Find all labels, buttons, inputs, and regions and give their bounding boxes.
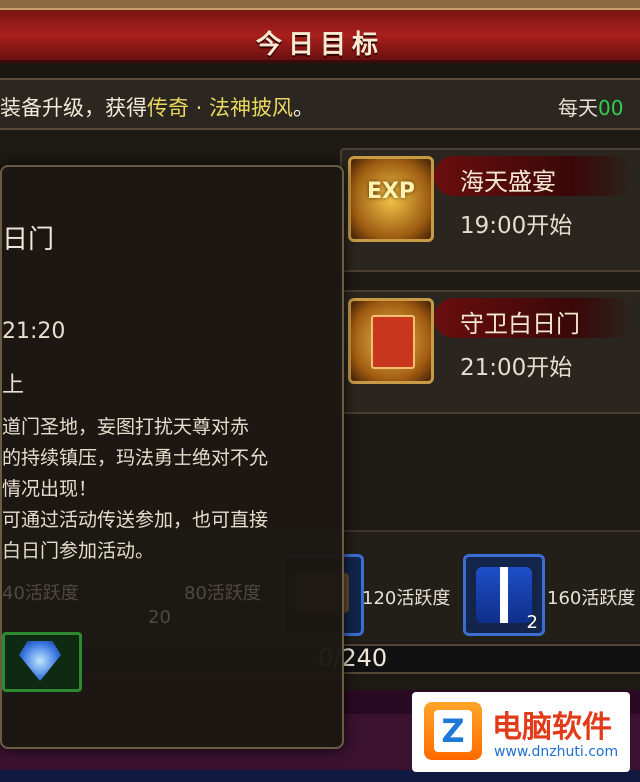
faded-label: 40活跃度 xyxy=(2,583,79,604)
reward-label-160: 160活跃度 xyxy=(547,588,636,609)
gift-count: 2 xyxy=(526,612,538,633)
page-title: 今日目标 xyxy=(255,30,384,60)
notice-suffix: 。 xyxy=(293,96,315,120)
diamond-icon xyxy=(19,641,61,681)
event-name: 守卫白日门 xyxy=(460,310,580,338)
tooltip-time: 21:20 xyxy=(2,319,66,344)
event-time: 21:00开始 xyxy=(460,355,573,381)
notice-highlight: 传奇 · 法神披风 xyxy=(147,96,294,120)
exp-scroll-icon: EXP xyxy=(348,156,434,242)
description-line: 情况出现！ xyxy=(2,478,98,500)
daily-counter: 每天00 xyxy=(558,92,623,121)
event-time: 19:00开始 xyxy=(460,213,573,239)
reward-gift-160[interactable]: 2 xyxy=(463,554,545,636)
watermark-logo: Z 电脑软件 www.dnzhuti.com xyxy=(412,692,630,772)
gift-box-icon xyxy=(476,567,532,623)
goal-notice-bar: 装备升级，获得传奇 · 法神披风。 每天00 xyxy=(0,78,640,130)
logo-name: 电脑软件 xyxy=(492,710,612,745)
reward-label-120: 120活跃度 xyxy=(362,588,451,609)
diamond-reward-slot[interactable] xyxy=(2,632,82,692)
daily-label: 每天 xyxy=(558,96,598,120)
faded-label: 80活跃度 xyxy=(184,583,261,604)
event-card-haitian[interactable]: EXP 海天盛宴 19:00开始 xyxy=(340,148,640,272)
tooltip-description: 道门圣地，妄图打扰天尊对赤 的持续镇压，玛法勇士绝对不允 情况出现！ 可通过活动… xyxy=(2,412,322,567)
event-name: 海天盛宴 xyxy=(460,168,556,196)
faded-rewards-behind: 40活跃度 80活跃度 20 xyxy=(2,567,332,637)
red-book-icon xyxy=(348,298,434,384)
description-line: 道门圣地，妄图打扰天尊对赤 xyxy=(2,416,250,438)
description-line: 白日门参加活动。 xyxy=(2,540,155,562)
event-card-shouwei[interactable]: 守卫白日门 21:00开始 xyxy=(340,290,640,414)
logo-letter: Z xyxy=(434,710,472,752)
logo-icon: Z xyxy=(424,702,482,760)
event-detail-tooltip: 日门 21:20 上 道门圣地，妄图打扰天尊对赤 的持续镇压，玛法勇士绝对不允 … xyxy=(0,165,344,749)
exp-text: EXP xyxy=(366,179,416,204)
description-line: 的持续镇压，玛法勇士绝对不允 xyxy=(2,447,269,469)
logo-url: www.dnzhuti.com xyxy=(494,744,619,760)
tooltip-title: 日门 xyxy=(2,225,55,255)
notice-prefix: 装备升级，获得 xyxy=(0,96,147,120)
goal-notice-text: 装备升级，获得传奇 · 法神披风。 xyxy=(0,92,314,122)
tooltip-level: 上 xyxy=(2,373,25,398)
description-line: 可通过活动传送参加，也可直接 xyxy=(2,509,269,531)
faded-count: 20 xyxy=(148,607,171,628)
title-banner: 今日目标 xyxy=(0,8,640,63)
daily-value: 00 xyxy=(598,96,624,120)
